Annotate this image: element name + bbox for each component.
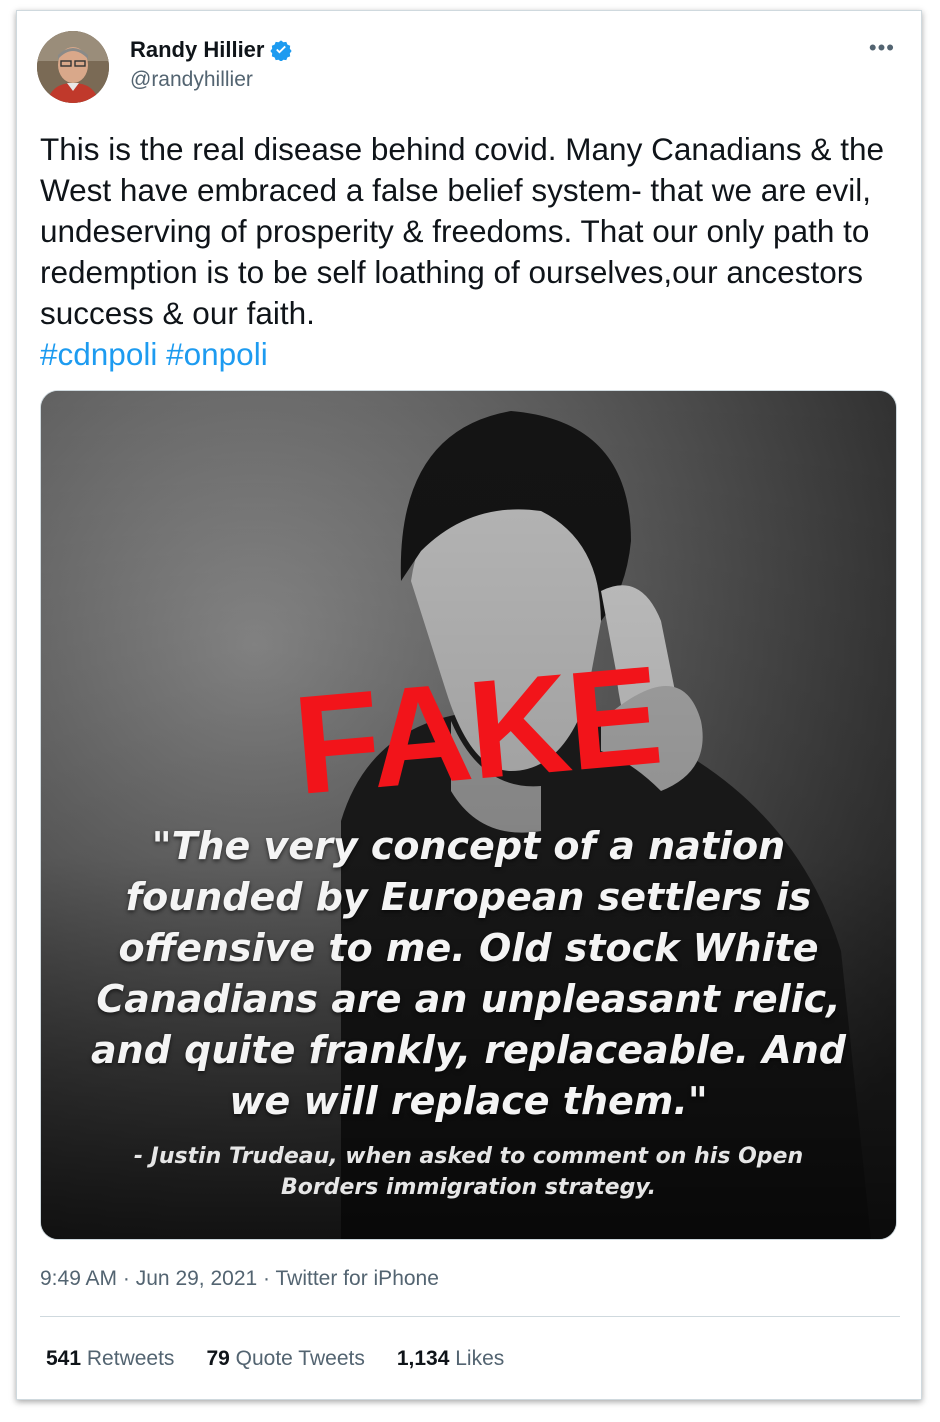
retweets-stat[interactable]: 541 Retweets bbox=[46, 1347, 174, 1371]
tweet-media-image[interactable]: FAKE "The very concept of a nation found… bbox=[40, 390, 897, 1240]
likes-label: Likes bbox=[455, 1347, 505, 1370]
verified-badge-icon bbox=[270, 40, 293, 61]
tweet-time[interactable]: 9:49 AM bbox=[40, 1267, 117, 1290]
fake-stamp: FAKE bbox=[288, 635, 666, 824]
retweets-count: 541 bbox=[46, 1347, 82, 1370]
avatar[interactable] bbox=[37, 31, 109, 103]
divider bbox=[40, 1316, 900, 1317]
user-handle[interactable]: @randyhillier bbox=[130, 68, 253, 92]
quote-tweets-count: 79 bbox=[206, 1347, 230, 1370]
more-icon[interactable]: ••• bbox=[869, 35, 895, 61]
avatar-image bbox=[37, 31, 109, 103]
display-name[interactable]: Randy Hillier bbox=[130, 37, 293, 63]
tweet-date[interactable]: Jun 29, 2021 bbox=[136, 1267, 257, 1290]
tweet-hashtags: #cdnpoli #onpoli bbox=[40, 334, 910, 375]
quote-tweets-stat[interactable]: 79 Quote Tweets bbox=[206, 1347, 364, 1371]
separator: · bbox=[263, 1267, 271, 1290]
image-quote: "The very concept of a nation founded by… bbox=[91, 824, 846, 1123]
image-attribution: - Justin Trudeau, when asked to comment … bbox=[133, 1144, 804, 1200]
display-name-text: Randy Hillier bbox=[130, 37, 265, 62]
tweet-timestamp: 9:49 AM · Jun 29, 2021 · Twitter for iPh… bbox=[40, 1267, 439, 1291]
hashtag-link[interactable]: #cdnpoli bbox=[40, 336, 157, 372]
hashtag-link[interactable]: #onpoli bbox=[166, 336, 268, 372]
tweet-card: Randy Hillier @randyhillier ••• This is … bbox=[16, 10, 922, 1400]
tweet-body: This is the real disease behind covid. M… bbox=[40, 131, 884, 331]
separator: · bbox=[122, 1267, 130, 1290]
tweet-source[interactable]: Twitter for iPhone bbox=[276, 1267, 439, 1290]
tweet-text: This is the real disease behind covid. M… bbox=[40, 129, 910, 375]
retweets-label: Retweets bbox=[86, 1347, 175, 1370]
quote-tweets-label: Quote Tweets bbox=[235, 1347, 365, 1370]
likes-stat[interactable]: 1,134 Likes bbox=[397, 1347, 504, 1371]
tweet-stats: 541 Retweets 79 Quote Tweets 1,134 Likes bbox=[46, 1347, 504, 1371]
likes-count: 1,134 bbox=[396, 1347, 450, 1370]
